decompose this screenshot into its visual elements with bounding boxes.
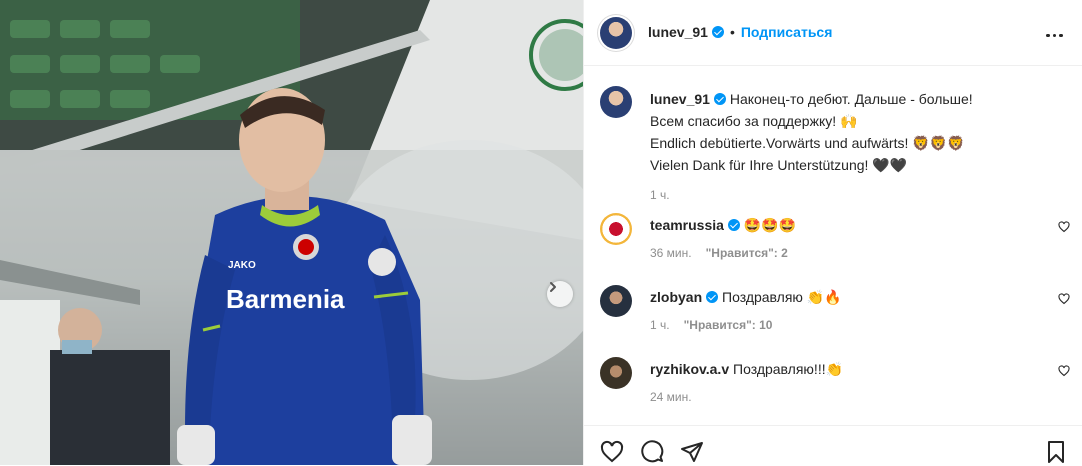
next-photo-button[interactable]	[547, 281, 573, 307]
comment-text: Поздравляю!!!👏	[733, 361, 844, 377]
author-username[interactable]: lunev_91	[648, 24, 708, 40]
caption-avatar[interactable]	[600, 86, 632, 118]
comment-icon[interactable]	[640, 440, 664, 464]
commenter-avatar[interactable]	[600, 213, 632, 245]
comment-username[interactable]: teamrussia	[650, 217, 724, 233]
post-header: lunev_91 • Подписаться	[584, 0, 1082, 66]
comment-username[interactable]: zlobyan	[650, 289, 702, 305]
author-avatar[interactable]	[600, 17, 632, 49]
comment-time: 36 мин.	[650, 246, 692, 260]
jersey-text: Barmenia	[226, 284, 345, 314]
post-photo: Barmenia JAKO	[0, 0, 583, 465]
comment-likes[interactable]: "Нравится": 10	[684, 318, 773, 332]
bookmark-icon[interactable]	[1044, 440, 1068, 464]
like-heart-icon[interactable]	[600, 440, 624, 464]
action-bar	[584, 425, 1082, 466]
photo-illustration: Barmenia JAKO	[0, 0, 583, 465]
comment-likes[interactable]: "Нравится": 2	[706, 246, 788, 260]
heart-icon[interactable]	[1058, 221, 1070, 233]
caption-line-1: Наконец-то дебют. Дальше - больше!	[729, 91, 973, 107]
post-panel: lunev_91 • Подписаться lunev_91 Наконец-то…	[584, 0, 1082, 465]
caption-line-4: Vielen Dank für Ihre Unterstützung! 🖤🖤	[650, 157, 908, 173]
comment-time: 24 мин.	[650, 390, 692, 404]
commenter-avatar[interactable]	[600, 285, 632, 317]
jersey-brand: JAKO	[228, 260, 256, 271]
comment-time: 1 ч.	[650, 318, 670, 332]
caption-line-3: Endlich debütierte.Vorwärts und aufwärts…	[650, 135, 965, 151]
caption-time: 1 ч.	[650, 188, 670, 202]
chevron-right-icon	[550, 282, 556, 292]
separator-dot: •	[729, 24, 735, 40]
heart-icon[interactable]	[1058, 365, 1070, 377]
comment-username[interactable]: ryzhikov.a.v	[650, 361, 729, 377]
caption-line-2: Всем спасибо за поддержку! 🙌	[650, 113, 858, 129]
comment-text: Поздравляю 👏🔥	[722, 289, 842, 305]
verified-icon	[711, 26, 724, 38]
verified-icon	[713, 93, 726, 105]
share-icon[interactable]	[680, 440, 704, 464]
heart-icon[interactable]	[1058, 293, 1070, 305]
follow-button[interactable]: Подписаться	[741, 24, 833, 40]
verified-icon	[727, 219, 740, 231]
verified-icon	[706, 291, 719, 303]
comment-text: 🤩🤩🤩	[743, 217, 797, 233]
more-icon[interactable]	[1045, 24, 1065, 42]
commenter-avatar[interactable]	[600, 357, 632, 389]
caption-username[interactable]: lunev_91	[650, 91, 710, 107]
